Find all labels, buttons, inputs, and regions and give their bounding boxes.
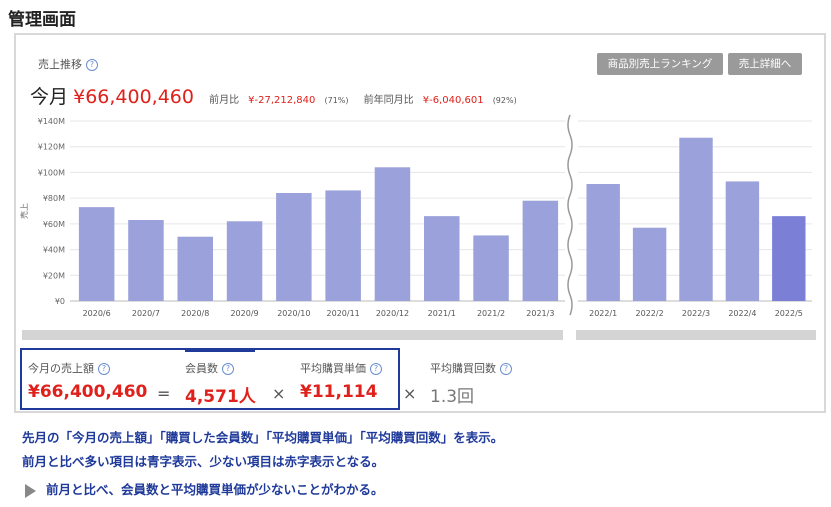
bar-bar — [679, 137, 713, 301]
x-tick-label: 2020/6 — [83, 309, 111, 318]
members-label-text: 会員数 — [185, 362, 218, 375]
current-month-amount: ¥66,400,460 — [73, 86, 194, 108]
x-tick-label: 2020/7 — [132, 309, 160, 318]
bar-bar — [128, 220, 164, 301]
section-label-text: 売上推移 — [38, 58, 82, 71]
sales-label: 今月の売上額? — [28, 360, 110, 376]
note-line-1: 先月の「今月の売上額」「購買した会員数」「平均購買単価」「平均購買回数」を表示。 — [22, 430, 504, 445]
bar-bar — [325, 190, 361, 301]
x-tick-label: 2021/3 — [526, 309, 554, 318]
sales-bar-chart: ¥0 ¥20M ¥40M ¥60M ¥80M ¥100M ¥120M ¥140M 売上 2020/… — [19, 114, 812, 318]
note-line-3: 前月と比べ、会員数と平均購買単価が少ないことがわかる。 — [25, 479, 384, 498]
prev-year-value: ¥-6,040,601 — [422, 95, 484, 106]
product-ranking-button[interactable]: 商品別売上ランキング — [597, 53, 723, 75]
axis-break-icon — [567, 114, 573, 316]
sales-summary: 今月 ¥66,400,460 前月比 ¥-27,212,840 (71%) 前年… — [30, 82, 517, 109]
prev-month-value: ¥-27,212,840 — [248, 95, 316, 106]
bar-bar — [522, 200, 559, 301]
prev-month-label: 前月比 — [209, 95, 240, 106]
y-tick-label: ¥80M — [43, 194, 65, 203]
x-tick-label: 2020/11 — [327, 309, 360, 318]
avg-price-label: 平均購買単価? — [300, 360, 382, 376]
avg-count-label: 平均購買回数? — [430, 360, 512, 376]
bar-bar — [586, 184, 620, 301]
x-tick-label: 2020/8 — [181, 309, 209, 318]
sales-detail-button[interactable]: 売上詳細へ — [728, 53, 802, 75]
help-icon[interactable]: ? — [222, 363, 234, 375]
bar-bar — [177, 236, 213, 301]
bar-bar — [632, 227, 667, 301]
members-label: 会員数? — [185, 360, 234, 376]
x-tick-label: 2020/12 — [376, 309, 409, 318]
page-title: 管理画面 — [8, 10, 76, 30]
help-icon[interactable]: ? — [86, 59, 98, 71]
section-label: 売上推移? — [38, 56, 98, 72]
help-icon[interactable]: ? — [98, 363, 110, 375]
times-sign: × — [403, 384, 417, 403]
help-icon[interactable]: ? — [500, 363, 512, 375]
y-axis-label: 売上 — [19, 203, 29, 219]
x-tick-label: 2022/2 — [636, 309, 664, 318]
y-tick-label: ¥120M — [38, 143, 65, 152]
x-tick-label: 2022/5 — [775, 309, 803, 318]
right-scrollbar[interactable] — [576, 330, 816, 340]
x-tick-label: 2022/3 — [682, 309, 710, 318]
bar-bar — [276, 193, 312, 301]
x-tick-label: 2020/9 — [230, 309, 258, 318]
y-tick-label: ¥60M — [43, 220, 65, 229]
members-underline — [185, 350, 255, 352]
x-tick-label: 2020/10 — [277, 309, 310, 318]
prev-month-pct: (71%) — [324, 96, 349, 105]
prev-year-pct: (92%) — [492, 96, 517, 105]
avg-count-label-text: 平均購買回数 — [430, 362, 496, 375]
members-value: 4,571人 — [185, 387, 256, 407]
y-tick-label: ¥0 — [55, 297, 65, 306]
bar-bar — [424, 216, 460, 301]
help-icon[interactable]: ? — [370, 363, 382, 375]
bar-bar — [772, 216, 806, 301]
x-tick-label: 2022/4 — [728, 309, 756, 318]
x-tick-label: 2022/1 — [589, 309, 617, 318]
note-line-2: 前月と比べ多い項目は青字表示、少ない項目は赤字表示となる。 — [22, 454, 385, 469]
left-scrollbar[interactable] — [22, 330, 563, 340]
arrow-right-icon — [25, 483, 36, 498]
sales-label-text: 今月の売上額 — [28, 362, 94, 375]
y-tick-label: ¥140M — [38, 117, 65, 126]
avg-price-value: ¥11,114 — [300, 382, 378, 402]
avg-price-label-text: 平均購買単価 — [300, 362, 366, 375]
equals-sign: = — [157, 384, 171, 403]
bar-bar — [473, 235, 509, 301]
bar-bar — [374, 167, 411, 301]
sales-value: ¥66,400,460 — [28, 382, 148, 402]
y-tick-label: ¥20M — [43, 271, 65, 280]
bar-bar — [725, 181, 760, 301]
note-line-3-text: 前月と比べ、会員数と平均購買単価が少ないことがわかる。 — [46, 482, 384, 497]
x-tick-label: 2021/2 — [477, 309, 505, 318]
avg-count-value: 1.3回 — [430, 387, 475, 407]
x-tick-label: 2021/1 — [428, 309, 456, 318]
prev-year-label: 前年同月比 — [363, 95, 414, 106]
bar-bar — [226, 221, 263, 301]
bar-bar — [78, 207, 115, 301]
times-sign: × — [272, 384, 286, 403]
y-tick-label: ¥40M — [43, 246, 65, 255]
current-month-label: 今月 — [30, 86, 69, 108]
y-tick-label: ¥100M — [38, 168, 65, 177]
